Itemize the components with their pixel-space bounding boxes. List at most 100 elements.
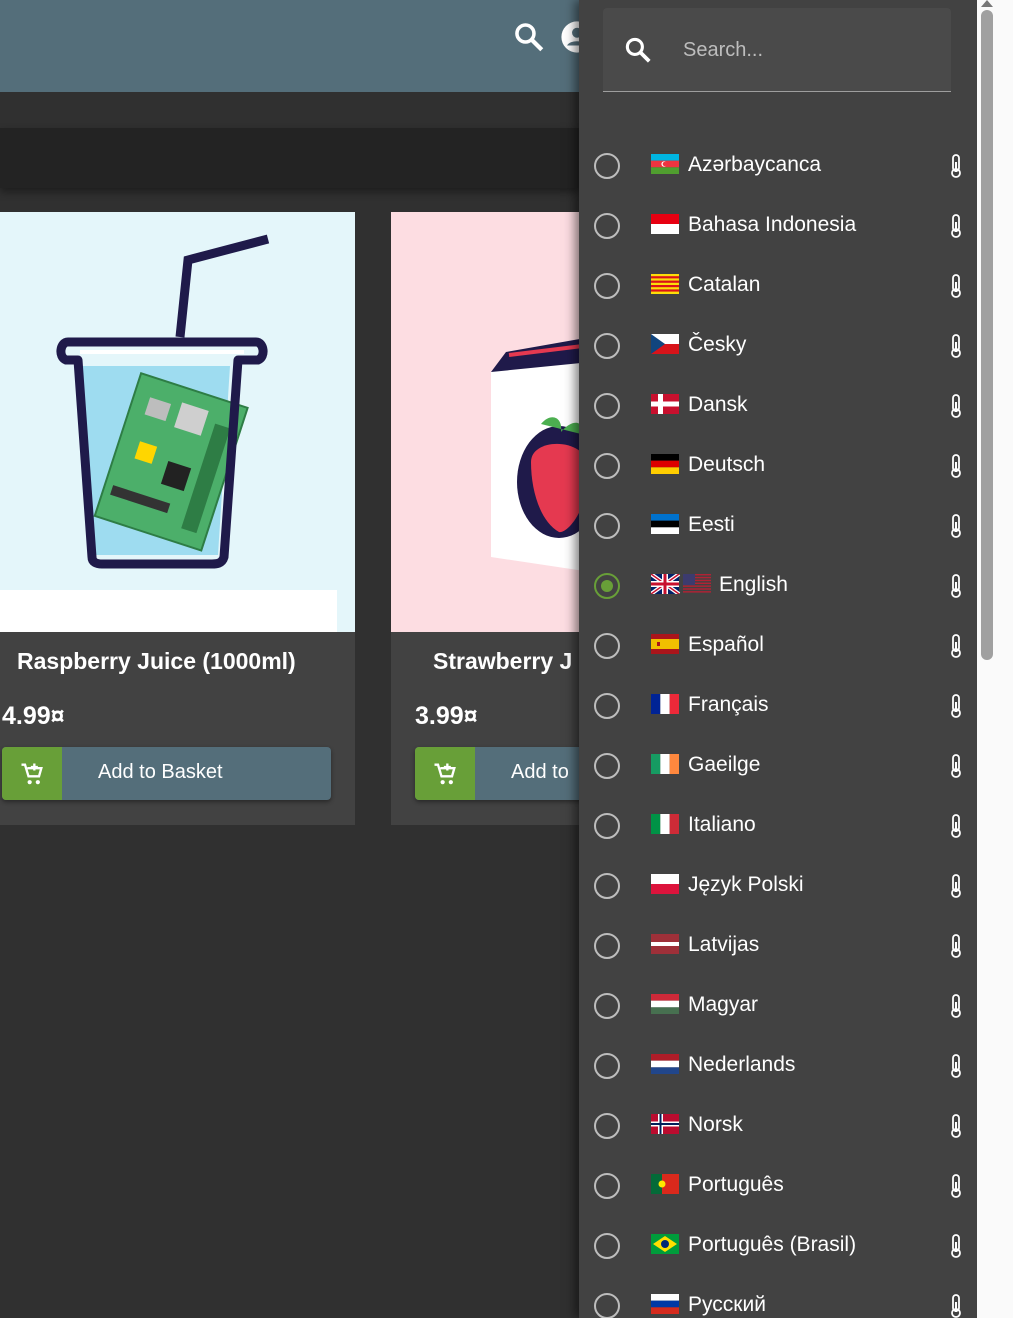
language-label: Norsk [688, 1113, 743, 1136]
language-label: Español [688, 633, 764, 656]
language-label: Dansk [688, 393, 748, 416]
ee-flag-icon [651, 514, 679, 534]
language-radio[interactable] [594, 1113, 620, 1139]
language-label: Italiano [688, 813, 756, 836]
scroll-up-arrow[interactable] [981, 0, 993, 7]
add-to-basket-button[interactable]: Add to [415, 747, 591, 800]
thermometer-icon [949, 574, 963, 603]
language-search[interactable] [603, 8, 951, 92]
gb-us-flag-icon [649, 572, 711, 596]
language-radio[interactable] [594, 453, 620, 479]
language-option[interactable]: Nederlands [579, 1038, 977, 1098]
language-option[interactable]: English [579, 558, 977, 618]
it-flag-icon [651, 814, 679, 834]
language-option[interactable]: Español [579, 618, 977, 678]
language-radio[interactable] [594, 1173, 620, 1199]
language-radio[interactable] [594, 633, 620, 659]
hu-flag-icon [651, 994, 679, 1014]
language-option[interactable]: Português (Brasil) [579, 1218, 977, 1278]
fr-flag-icon [651, 694, 679, 714]
language-radio[interactable] [594, 873, 620, 899]
product-image[interactable] [391, 212, 591, 632]
language-radio[interactable] [594, 213, 620, 239]
language-radio[interactable] [594, 813, 620, 839]
language-label: Bahasa Indonesia [688, 213, 857, 236]
language-radio[interactable] [594, 333, 620, 359]
product-card[interactable]: Strawberry J 3.99¤ Add to [391, 212, 591, 825]
add-to-basket-button[interactable]: Add to Basket [2, 747, 331, 800]
language-option[interactable]: Język Polski [579, 858, 977, 918]
language-label: Latvijas [688, 933, 760, 956]
language-radio[interactable] [594, 753, 620, 779]
thermometer-icon [949, 154, 963, 183]
language-option[interactable]: Bahasa Indonesia [579, 198, 977, 258]
product-name: Strawberry J [433, 648, 573, 674]
thermometer-icon [949, 1054, 963, 1083]
thermometer-icon [949, 694, 963, 723]
language-label: Gaeilge [688, 753, 761, 776]
id-flag-icon [651, 214, 679, 234]
language-radio[interactable] [594, 153, 620, 179]
language-option[interactable]: Italiano [579, 798, 977, 858]
language-option[interactable]: Azərbaycanca [579, 138, 977, 198]
cz-flag-icon [651, 334, 679, 354]
language-option[interactable]: Česky [579, 318, 977, 378]
language-radio[interactable] [594, 573, 620, 599]
search-icon[interactable] [512, 20, 546, 54]
language-label: Catalan [688, 273, 761, 296]
br-flag-icon [651, 1234, 679, 1254]
language-radio[interactable] [594, 993, 620, 1019]
product-price: 4.99¤ [2, 702, 65, 730]
language-option[interactable]: Dansk [579, 378, 977, 438]
language-radio[interactable] [594, 1053, 620, 1079]
language-option[interactable]: Magyar [579, 978, 977, 1038]
thermometer-icon [949, 814, 963, 843]
language-radio[interactable] [594, 693, 620, 719]
language-search-input[interactable] [681, 32, 935, 68]
thermometer-icon [949, 214, 963, 243]
ca-flag-icon [651, 274, 679, 294]
thermometer-icon [949, 1174, 963, 1203]
product-image[interactable] [0, 212, 355, 632]
thermometer-icon [949, 634, 963, 663]
add-to-basket-label: Add to [511, 761, 569, 783]
product-price: 3.99¤ [415, 702, 478, 730]
language-option[interactable]: Latvijas [579, 918, 977, 978]
language-option[interactable]: Français [579, 678, 977, 738]
thermometer-icon [949, 274, 963, 303]
search-icon [623, 35, 653, 70]
cart-icon [2, 747, 62, 800]
language-radio[interactable] [594, 513, 620, 539]
thermometer-icon [949, 514, 963, 543]
product-name: Raspberry Juice (1000ml) [17, 648, 296, 674]
language-option[interactable]: Catalan [579, 258, 977, 318]
ie-flag-icon [651, 754, 679, 774]
language-radio[interactable] [594, 273, 620, 299]
language-option[interactable]: Português [579, 1158, 977, 1218]
no-flag-icon [651, 1114, 679, 1134]
language-option[interactable]: Русский [579, 1278, 977, 1318]
pt-flag-icon [651, 1174, 679, 1194]
sub-toolbar [0, 128, 580, 188]
scrollbar-thumb[interactable] [981, 10, 993, 660]
language-radio[interactable] [594, 393, 620, 419]
language-option[interactable]: Norsk [579, 1098, 977, 1158]
thermometer-icon [949, 754, 963, 783]
language-label: Azərbaycanca [688, 153, 822, 176]
language-radio[interactable] [594, 1293, 620, 1318]
language-option[interactable]: Deutsch [579, 438, 977, 498]
lv-flag-icon [651, 934, 679, 954]
language-radio[interactable] [594, 1233, 620, 1259]
language-label: Português [688, 1173, 784, 1196]
thermometer-icon [949, 994, 963, 1023]
language-radio[interactable] [594, 933, 620, 959]
language-label: Česky [688, 333, 747, 356]
language-label: Nederlands [688, 1053, 796, 1076]
language-option[interactable]: Gaeilge [579, 738, 977, 798]
thermometer-icon [949, 334, 963, 363]
dk-flag-icon [651, 394, 679, 414]
product-card[interactable]: Raspberry Juice (1000ml) 4.99¤ Add to Ba… [0, 212, 355, 825]
language-label: Magyar [688, 993, 759, 1016]
language-option[interactable]: Eesti [579, 498, 977, 558]
language-menu: Azərbaycanca Bahasa Indonesia Catalan Česky… [579, 0, 977, 1318]
